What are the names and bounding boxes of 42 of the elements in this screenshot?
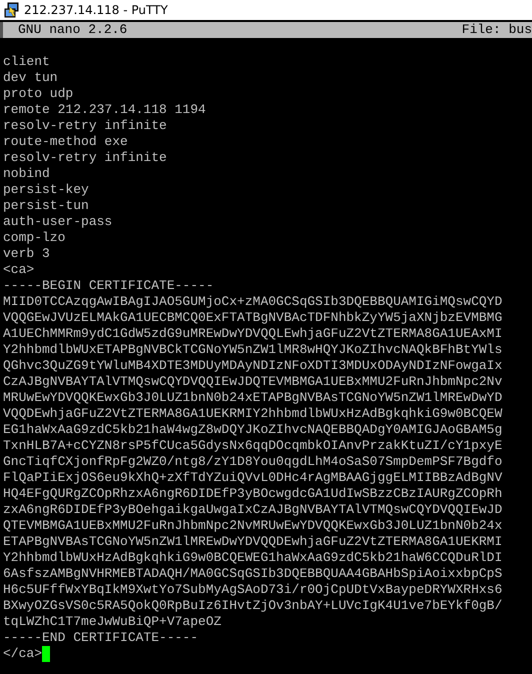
code-line: QTEVMBMGA1UEBxMMU2FuRnJhbmNpc2NvMRUwEwYDVQQKEwxGb3J0LUZ1bnN0b24x (3, 518, 502, 534)
code-line: MRUwEwYDVQQKEwxGb3J0LUZ1bnN0b24xETAPBgNVBAsTCGNoYW5nZW1lMREwDwYD (3, 390, 502, 406)
code-line: ETAPBgNVBAsTCGNoYW5nZW1lMREwDwYDVQQDEwhjaGFuZ2VtZTERMA8GA1UEKRMI (3, 534, 502, 550)
code-line: 6AsfszAMBgNVHRMEBTADAQH/MA0GCSqGSIb3DQEBBQUAA4GBAHbSpiAoixxbpCpS (3, 566, 502, 582)
code-line: A1UEChMMRm9ydC1GdW5zdG9uMREwDwYDVQQLEwhjaGFuZ2VtZTERMA8GA1UEAxMI (3, 326, 502, 342)
code-line: nobind (3, 166, 50, 182)
code-line: resolv-retry infinite (3, 118, 167, 134)
code-line: GncTiqfCXjonfRpFg2WZ0/ntg8/zY1D8You0qgdLhM4oSaS07SmpDemPSF7Bgdfo (3, 454, 502, 470)
code-line: -----BEGIN CERTIFICATE----- (3, 278, 214, 294)
file-name: File: bus (462, 22, 532, 38)
code-line: </ca> (3, 646, 42, 662)
code-line: dev tun (3, 70, 58, 86)
code-line: -----END CERTIFICATE----- (3, 630, 198, 646)
code-line: TxnHLB7A+cCYZN8rsP5fCUca5GdysNx6qqDOcqmbkOIAnvPrzakKtuZI/cY1pxyE (3, 438, 502, 454)
terminal-icon (4, 2, 20, 18)
code-line: client (3, 54, 50, 70)
code-line: comp-lzo (3, 230, 66, 246)
code-line: H6c5UFffWxYBqIkM9XwtYo7SubMyAgSAoD73i/r0OjCpUDtVxBaypeDRYWXRHxs6 (3, 582, 502, 598)
code-line: persist-tun (3, 198, 89, 214)
code-line: route-method exe (3, 134, 128, 150)
code-line: HQ4EFgQURgZCOpRhzxA6ngR6DIDEfP3yBOcwgdcGA1UdIwSBzzCBzIAURgZCOpRh (3, 486, 502, 502)
code-line: QGhvc3QuZG9tYWluMB4XDTE3MDUyMDAyNDIzNFoXDTI3MDUxODAyNDIzNFowgaIx (3, 358, 502, 374)
app-version: GNU nano 2.2.6 (18, 22, 128, 38)
code-line: VQQDEwhjaGFuZ2VtZTERMA8GA1UEKRMIY2hhbmdlbWUxHzAdBgkqhkiG9w0BCQEW (3, 406, 502, 422)
code-line: MIID0TCCAzqgAwIBAgIJAO5GUMjoCx+zMA0GCSqGSIb3DQEBBQUAMIGiMQswCQYD (3, 294, 502, 310)
code-line: remote 212.237.14.118 1194 (3, 102, 206, 118)
code-line: verb 3 (3, 246, 50, 262)
code-line: <ca> (3, 262, 34, 278)
code-line: persist-key (3, 182, 89, 198)
code-line: EG1haWxAaG9zdC5kb21haW4wgZ8wDQYJKoZIhvcNAQEBBQADgY0AMIGJAoGBAM5g (3, 422, 502, 438)
code-line: resolv-retry infinite (3, 150, 167, 166)
code-line: Y2hhbmdlbWUxHzAdBgkqhkiG9w0BCQEWEG1haWxAaG9zdC5kb21haW6CCQDuRlDI (3, 550, 502, 566)
code-line: CzAJBgNVBAYTAlVTMQswCQYDVQQIEwJDQTEVMBMGA1UEBxMMU2FuRnJhbmNpc2Nv (3, 374, 502, 390)
code-line: tqLWZhC1T7meJwWuBiQP+V7apeOZ (3, 614, 222, 630)
code-line: BXwyOZGsVS0c5RA5QokQ0RpBuIz6IHvtZjOv3nbAY+LUVcIgK4U1ve7bEYkf0gB/ (3, 598, 502, 614)
code-line: Y2hhbmdlbWUxETAPBgNVBCkTCGNoYW5nZW1lMR8wHQYJKoZIhvcNAQkBFhBtYWls (3, 342, 502, 358)
window-title: 212.237.14.118 - PuTTY (24, 3, 168, 17)
code-line: VQQGEwJVUzELMAkGA1UECBMCQ0ExFTATBgNVBAcTDFNhbkZyYW5jaXNjbzEVMBMG (3, 310, 502, 326)
code-line: zxA6ngR6DIDEfP3yBOehgaikgaUwgaIxCzAJBgNVBAYTAlVTMQswCQYDVQQIEwJD (3, 502, 502, 518)
code-line: auth-user-pass (3, 214, 112, 230)
code-line: FlQaPIiExjOS6eu9kXhQ+zXfTdYZuiQVvL0DHc4rAgMBAAGjggELMIIBBzAdBgNV (3, 470, 502, 486)
code-line: proto udp (3, 86, 74, 102)
